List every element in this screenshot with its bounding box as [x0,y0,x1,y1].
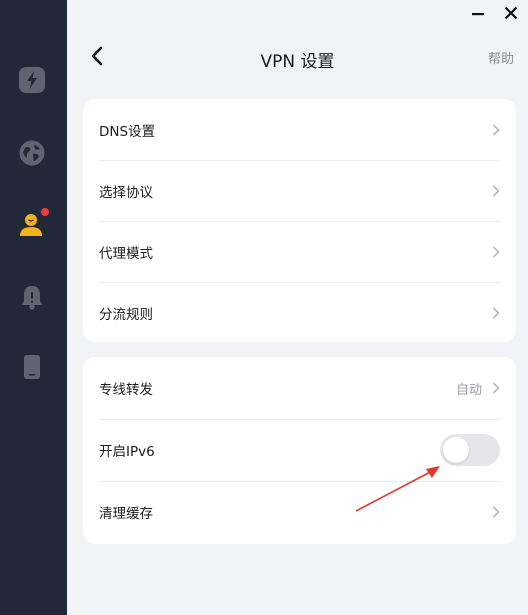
bell-icon [21,286,43,310]
minimize-button[interactable] [469,4,487,22]
globe-icon [19,140,45,166]
row-label: 开启IPv6 [99,444,155,460]
chevron-right-icon [492,306,500,319]
dedicated-forwarding-row[interactable]: 专线转发 自动 [83,357,516,419]
sidebar-item-boost[interactable] [18,66,46,94]
sidebar [0,0,67,615]
row-label: 专线转发 [99,382,153,398]
toggle-knob [443,437,469,463]
annotation-arrow [355,466,440,512]
phone-icon [24,355,40,379]
close-button[interactable] [502,4,520,22]
proxy-mode-row[interactable]: 代理模式 [83,221,516,282]
page-title: VPN 设置 [260,52,335,72]
chevron-right-icon [492,123,500,136]
dns-settings-row[interactable]: DNS设置 [83,99,516,160]
sidebar-item-account[interactable] [18,208,49,239]
sidebar-item-device[interactable] [18,353,46,381]
chevron-right-icon [492,506,500,518]
sidebar-item-notifications[interactable] [18,283,46,311]
help-link[interactable]: 帮助 [488,48,514,67]
protocol-row[interactable]: 选择协议 [83,160,516,221]
row-value: 自动 [455,382,482,398]
row-label: 选择协议 [99,184,153,201]
split-rules-row[interactable]: 分流规则 [83,282,516,343]
main-panel: VPN 设置 帮助 DNS设置 选择协议 代理模式 分流规则 专线转发 自动 开… [67,0,528,615]
settings-card-general: DNS设置 选择协议 代理模式 分流规则 [83,99,516,342]
row-label: DNS设置 [99,123,156,140]
row-label: 分流规则 [99,306,153,323]
chevron-right-icon [492,245,500,258]
minimize-icon [472,13,484,16]
sidebar-item-nodes[interactable] [18,139,46,167]
chevron-right-icon [492,184,500,197]
notification-badge [41,208,49,216]
close-icon [504,6,518,20]
chevron-right-icon [492,382,500,394]
row-label: 代理模式 [99,245,153,262]
lightning-icon [19,67,45,93]
